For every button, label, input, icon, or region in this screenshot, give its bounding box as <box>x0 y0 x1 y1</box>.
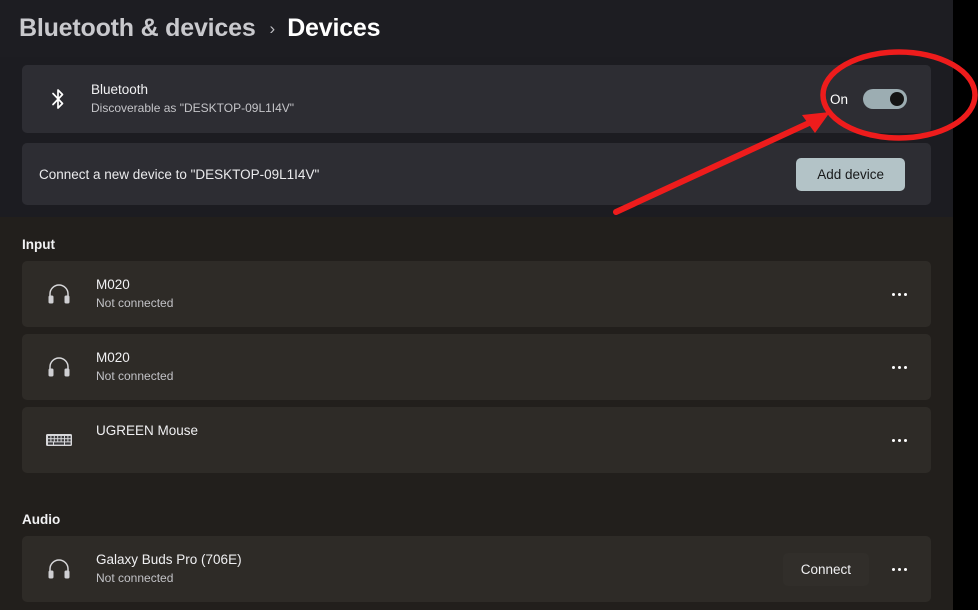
add-device-button[interactable]: Add device <box>796 157 905 191</box>
bluetooth-toggle-state-label: On <box>829 91 848 107</box>
device-row-ugreen-mouse[interactable]: UGREEN Mouse <box>22 407 931 473</box>
chevron-right-icon: › <box>269 18 276 38</box>
device-name: M020 <box>96 350 130 365</box>
bluetooth-toggle[interactable] <box>863 89 907 109</box>
device-text-block: M020 Not connected <box>96 276 879 312</box>
device-row-m020-1[interactable]: M020 Not connected <box>22 261 931 327</box>
keyboard-icon <box>39 431 79 449</box>
device-name: Galaxy Buds Pro (706E) <box>96 552 242 567</box>
headphones-icon <box>39 558 79 580</box>
device-more-options-icon[interactable] <box>879 347 919 387</box>
settings-content: Bluetooth Discoverable as "DESKTOP-09L1I… <box>0 57 953 610</box>
bluetooth-card: Bluetooth Discoverable as "DESKTOP-09L1I… <box>22 65 931 133</box>
page-title: Devices <box>287 14 381 42</box>
connect-button[interactable]: Connect <box>782 552 869 586</box>
device-name: UGREEN Mouse <box>96 423 199 438</box>
bluetooth-icon <box>39 87 77 111</box>
connect-new-device-label: Connect a new device to "DESKTOP-09L1I4V… <box>39 166 320 182</box>
device-status: Not connected <box>96 571 174 585</box>
device-text-block: UGREEN Mouse <box>96 422 879 458</box>
device-row-galaxy-buds-pro[interactable]: Galaxy Buds Pro (706E) Not connected Con… <box>22 536 931 602</box>
device-text-block: M020 Not connected <box>96 349 879 385</box>
toggle-knob <box>890 92 904 106</box>
section-label-input: Input <box>22 237 55 252</box>
add-device-card: Connect a new device to "DESKTOP-09L1I4V… <box>22 143 931 205</box>
headphones-icon <box>39 356 79 378</box>
device-row-m020-2[interactable]: M020 Not connected <box>22 334 931 400</box>
headphones-icon <box>39 283 79 305</box>
bluetooth-title: Bluetooth <box>91 82 149 97</box>
breadcrumb-parent-bluetooth-and-devices[interactable]: Bluetooth & devices <box>19 14 256 43</box>
bluetooth-text-block: Bluetooth Discoverable as "DESKTOP-09L1I… <box>91 81 830 117</box>
breadcrumb: Bluetooth & devices › Devices <box>0 0 953 57</box>
bluetooth-discoverable-subtitle: Discoverable as "DESKTOP-09L1I4V" <box>91 101 295 115</box>
device-status: Not connected <box>96 296 174 310</box>
device-text-block: Galaxy Buds Pro (706E) Not connected <box>96 551 783 587</box>
device-name: M020 <box>96 277 130 292</box>
device-more-options-icon[interactable] <box>879 420 919 460</box>
settings-window: Bluetooth & devices › Devices Bluetooth … <box>0 0 978 610</box>
device-more-options-icon[interactable] <box>879 549 919 589</box>
section-label-audio: Audio <box>22 512 61 527</box>
device-status: Not connected <box>96 369 174 383</box>
device-more-options-icon[interactable] <box>879 274 919 314</box>
bluetooth-toggle-group[interactable]: On <box>830 89 907 109</box>
